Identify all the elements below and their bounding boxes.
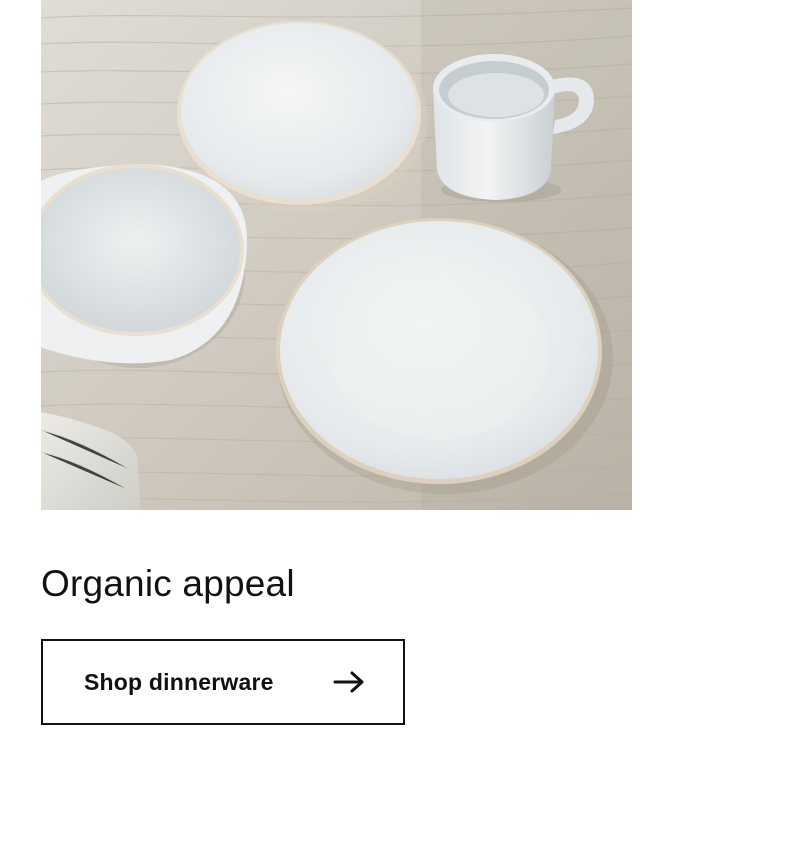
arrow-right-icon <box>333 670 365 694</box>
dinnerware-photo-illustration <box>41 0 632 510</box>
shop-dinnerware-label: Shop dinnerware <box>84 668 274 695</box>
shop-dinnerware-button[interactable]: Shop dinnerware <box>41 639 405 725</box>
dinnerware-image[interactable] <box>41 0 632 510</box>
promo-card: Organic appeal <box>41 0 632 606</box>
promo-title: Organic appeal <box>41 563 295 604</box>
